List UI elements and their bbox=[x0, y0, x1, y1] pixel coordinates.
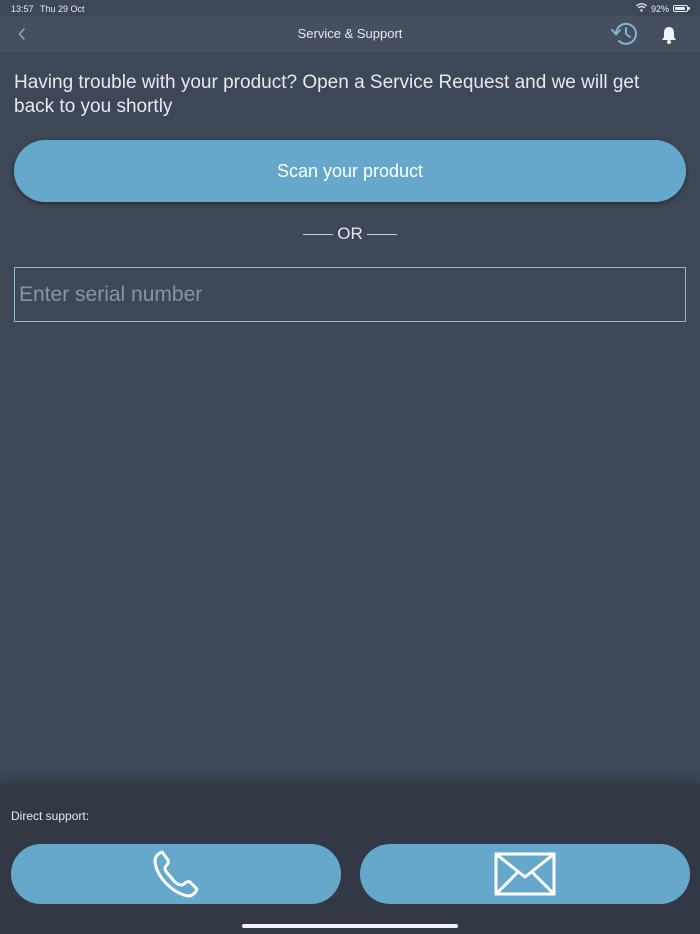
notifications-button[interactable] bbox=[659, 25, 679, 45]
battery-icon bbox=[673, 5, 690, 12]
status-date: Thu 29 Oct bbox=[40, 4, 85, 14]
status-time: 13:57 bbox=[11, 4, 34, 14]
nav-bar: Service & Support bbox=[0, 16, 700, 52]
email-support-button[interactable] bbox=[360, 844, 690, 904]
battery-percent: 92% bbox=[650, 3, 669, 14]
direct-support-label: Direct support: bbox=[11, 809, 90, 823]
mail-icon bbox=[494, 852, 556, 896]
call-support-button[interactable] bbox=[11, 844, 341, 904]
home-indicator[interactable] bbox=[242, 924, 458, 928]
history-icon bbox=[611, 22, 637, 45]
battery-fill bbox=[675, 7, 686, 10]
bell-icon bbox=[662, 27, 676, 44]
intro-text: Having trouble with your product? Open a… bbox=[14, 72, 640, 117]
page-title: Service & Support bbox=[297, 26, 403, 41]
history-button[interactable] bbox=[610, 20, 640, 48]
divider-line-right bbox=[366, 233, 397, 235]
serial-number-input[interactable] bbox=[14, 267, 686, 322]
wifi-icon bbox=[636, 3, 647, 14]
status-right: 92% bbox=[636, 3, 690, 14]
divider-line-left bbox=[303, 233, 334, 235]
phone-icon bbox=[153, 850, 199, 898]
direct-support-panel: Direct support: bbox=[0, 784, 700, 934]
or-divider: OR bbox=[300, 223, 400, 245]
scan-product-button[interactable]: Scan your product bbox=[14, 140, 686, 202]
or-label: OR bbox=[337, 224, 363, 243]
